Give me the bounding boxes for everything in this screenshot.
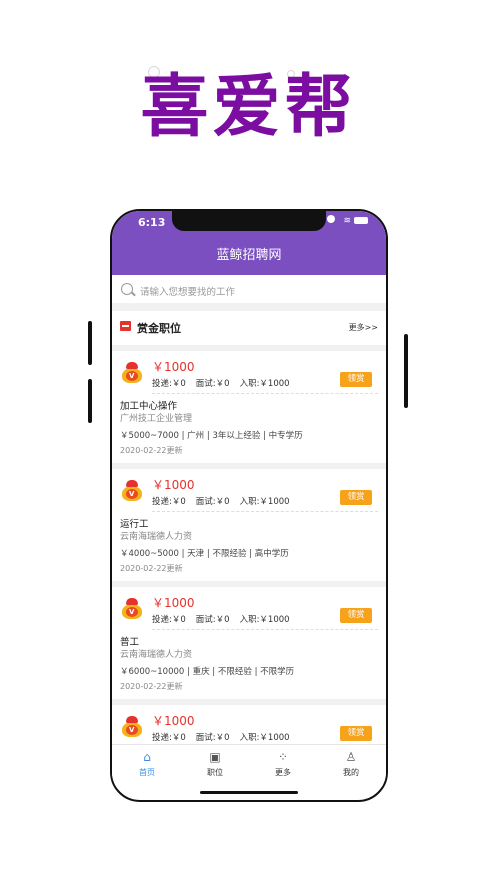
interview-reward: 面试:￥0: [195, 379, 230, 389]
mascot-icon: V: [120, 479, 144, 503]
claim-button[interactable]: 领赏: [340, 490, 372, 505]
interview-reward: 面试:￥0: [195, 497, 230, 507]
update-date: 2020-02-22更新: [120, 564, 183, 573]
education: 高中学历: [254, 549, 289, 559]
status-bar: 6:13 ≋: [112, 211, 386, 233]
status-time: 6:13: [138, 216, 166, 229]
claim-button[interactable]: 领赏: [340, 372, 372, 387]
user-icon: ♙: [345, 750, 357, 764]
job-requirements: ￥5000~7000 | 广州 | 3年以上经验 | 中专学历: [120, 431, 303, 441]
onboard-reward: 入职:￥1000: [239, 379, 290, 389]
reward-breakdown: 投递:￥0 面试:￥0 入职:￥1000: [152, 613, 300, 625]
tab-mine[interactable]: ♙ 我的: [321, 749, 381, 778]
company-name: 云南海瑞德人力资: [120, 650, 193, 660]
tab-label: 更多: [275, 768, 291, 777]
apply-reward: 投递:￥0: [152, 733, 186, 743]
mascot-icon: V: [120, 361, 144, 385]
promo-headline: 喜爱帮: [140, 68, 357, 147]
salary: ￥5000~7000: [120, 431, 179, 441]
experience: 不限经验: [212, 549, 247, 559]
battery-icon: [354, 217, 368, 224]
reward-breakdown: 投递:￥0 面试:￥0 入职:￥1000: [152, 495, 300, 507]
dashed-divider: [152, 629, 378, 630]
job-title: 普工: [120, 637, 140, 648]
reward-amount: ￥1000: [152, 478, 195, 492]
reward-breakdown: 投递:￥0 面试:￥0 入职:￥1000: [152, 377, 300, 389]
tab-jobs[interactable]: ▣ 职位: [185, 749, 245, 778]
briefcase-icon: ▣: [209, 750, 221, 764]
education: 不限学历: [260, 667, 295, 677]
section-title: 赏金职位: [137, 322, 181, 335]
onboard-reward: 入职:￥1000: [239, 615, 290, 625]
status-icons: ≋: [343, 216, 368, 226]
dashed-divider: [152, 393, 378, 394]
phone-volume-down-button: [88, 379, 92, 423]
search-bar[interactable]: 请输入您想要找的工作: [112, 277, 386, 304]
job-title: 加工中心操作: [120, 401, 178, 412]
job-card[interactable]: V ￥1000 投递:￥0 面试:￥0 入职:￥1000 领赏 加工中心操作 广州技…: [112, 351, 386, 463]
grid-icon: ⁘: [277, 750, 289, 764]
tab-label: 首页: [139, 768, 155, 777]
phone-power-button: [404, 334, 408, 408]
salary: ￥4000~5000: [120, 549, 179, 559]
tab-bar: ⌂ 首页 ▣ 职位 ⁘ 更多 ♙ 我的: [112, 744, 386, 787]
apply-reward: 投递:￥0: [152, 379, 186, 389]
nav-title: 蓝鲸招聘网: [216, 248, 282, 263]
tab-home[interactable]: ⌂ 首页: [117, 749, 177, 778]
salary: ￥6000~10000: [120, 667, 185, 677]
onboard-reward: 入职:￥1000: [239, 497, 290, 507]
city: 天津: [187, 549, 205, 559]
tab-label: 我的: [343, 768, 359, 777]
tab-more[interactable]: ⁘ 更多: [253, 749, 313, 778]
phone-notch: [172, 211, 335, 231]
education: 中专学历: [268, 431, 303, 441]
wifi-icon: ≋: [343, 216, 351, 226]
reward-amount: ￥1000: [152, 360, 195, 374]
tab-label: 职位: [207, 768, 223, 777]
update-date: 2020-02-22更新: [120, 446, 183, 455]
divider: [112, 303, 386, 311]
job-card[interactable]: V ￥1000 投递:￥0 面试:￥0 入职:￥1000 领赏 普工 云南海瑞德人力…: [112, 587, 386, 699]
interview-reward: 面试:￥0: [195, 733, 230, 743]
onboard-reward: 入职:￥1000: [239, 733, 290, 743]
claim-button[interactable]: 领赏: [340, 726, 372, 741]
experience: 不限经验: [217, 667, 252, 677]
search-input[interactable]: 请输入您想要找的工作: [140, 284, 235, 298]
search-icon: [121, 283, 133, 295]
reward-amount: ￥1000: [152, 596, 195, 610]
section-header: 赏金职位 更多>>: [112, 311, 386, 345]
mascot-icon: V: [120, 715, 144, 739]
city: 重庆: [192, 667, 210, 677]
interview-reward: 面试:￥0: [195, 615, 230, 625]
apply-reward: 投递:￥0: [152, 497, 186, 507]
job-card[interactable]: V ￥1000 投递:￥0 面试:￥0 入职:￥1000 领赏: [112, 705, 386, 744]
job-card[interactable]: V ￥1000 投递:￥0 面试:￥0 入职:￥1000 领赏 运行工 云南海瑞德人…: [112, 469, 386, 581]
nav-bar: 蓝鲸招聘网: [112, 233, 386, 275]
mascot-icon: V: [120, 597, 144, 621]
city: 广州: [187, 431, 205, 441]
job-requirements: ￥6000~10000 | 重庆 | 不限经验 | 不限学历: [120, 667, 295, 677]
phone-volume-up-button: [88, 321, 92, 365]
reward-amount: ￥1000: [152, 714, 195, 728]
company-name: 广州技工企业管理: [120, 414, 193, 424]
gift-icon: [120, 321, 131, 331]
experience: 3年以上经验: [212, 431, 261, 441]
camera-icon: [327, 215, 335, 223]
more-link[interactable]: 更多>>: [349, 322, 378, 333]
phone-frame: 6:13 ≋ 蓝鲸招聘网 请输入您想要找的工作 赏金职位 更多>> V ￥100…: [110, 209, 388, 802]
job-requirements: ￥4000~5000 | 天津 | 不限经验 | 高中学历: [120, 549, 289, 559]
dashed-divider: [152, 511, 378, 512]
apply-reward: 投递:￥0: [152, 615, 186, 625]
update-date: 2020-02-22更新: [120, 682, 183, 691]
job-title: 运行工: [120, 519, 149, 530]
company-name: 云南海瑞德人力资: [120, 532, 193, 542]
reward-breakdown: 投递:￥0 面试:￥0 入职:￥1000: [152, 731, 300, 743]
claim-button[interactable]: 领赏: [340, 608, 372, 623]
home-indicator: [200, 791, 298, 794]
home-icon: ⌂: [143, 750, 151, 764]
